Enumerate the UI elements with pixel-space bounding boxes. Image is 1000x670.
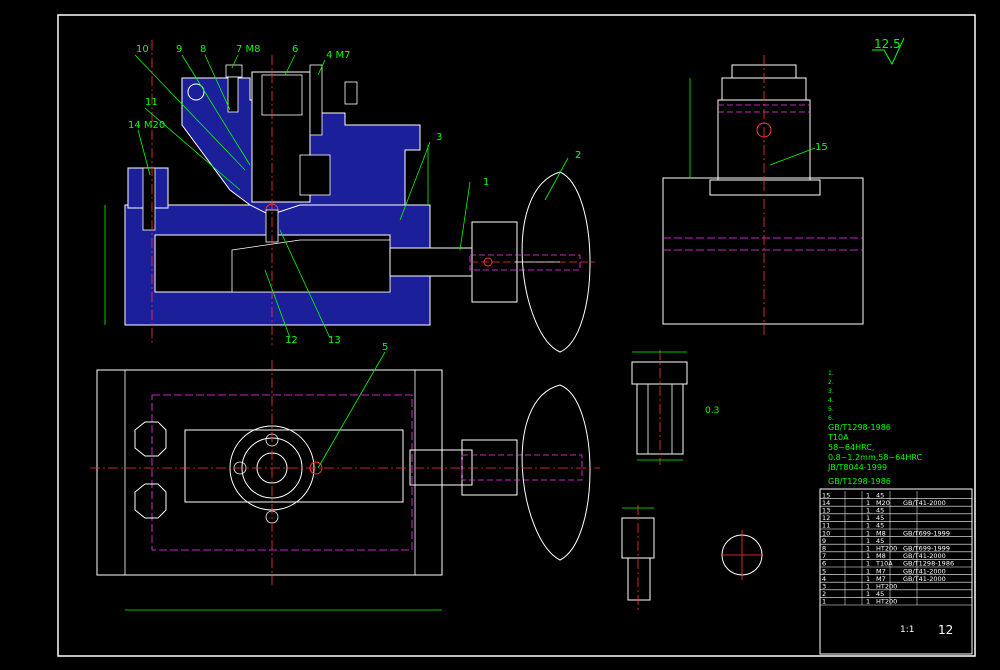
cad-drawing-canvas[interactable]: 10 9 8 7 M8 6 4 M7 11 14 M20 3 2 1 12 13… <box>0 0 1000 666</box>
bom-cell-std: GB/T699-1999 <box>903 529 950 537</box>
part-label-4: 4 M7 <box>326 50 351 61</box>
front-view <box>104 40 595 353</box>
part-label-5: 5 <box>382 342 388 353</box>
note-line-1: 1. <box>828 370 834 377</box>
note-line-9: 58~64HRC, <box>828 443 874 452</box>
roughness-symbol: 12.5 <box>872 37 905 66</box>
technical-notes: 1. 2. 3. 4. 5. 6. GB/T1298-1986 T10A 58~… <box>827 370 923 486</box>
part-label-15: 15 <box>815 142 828 153</box>
part-label-1: 1 <box>483 177 489 188</box>
part-label-2: 2 <box>575 150 581 161</box>
part-label-11: 11 <box>145 97 158 108</box>
part-label-12: 12 <box>285 335 298 346</box>
note-line-8: T10A <box>827 433 849 442</box>
detail-section <box>721 530 763 580</box>
roughness-value: 12.5 <box>874 37 901 51</box>
chamfer-note: 0.3 <box>705 406 719 416</box>
note-line-10: 0.8~1.2mm,58~64HRC <box>828 453 923 462</box>
bom-cell-no: 1 <box>822 598 826 606</box>
side-view <box>662 55 864 335</box>
scale-value: 1:1 <box>900 625 914 635</box>
note-line-12: GB/T1298-1986 <box>828 477 891 486</box>
detail-bushing <box>631 350 688 465</box>
part-label-10: 10 <box>136 44 149 55</box>
part-label-14: 14 M20 <box>128 120 165 131</box>
bom-cell-std: GB/T41-2000 <box>903 499 946 507</box>
note-line-3: 3. <box>828 388 834 395</box>
note-line-6: 6. <box>828 415 834 422</box>
note-line-11: JB/T8044-1999 <box>827 463 887 472</box>
part-label-13: 13 <box>328 335 341 346</box>
top-view <box>90 360 600 611</box>
detail-pin <box>621 505 655 612</box>
bom-cell-mat: HT200 <box>876 598 897 606</box>
part-label-9: 9 <box>176 44 182 55</box>
part-label-8: 8 <box>200 44 206 55</box>
part-label-6: 6 <box>292 44 298 55</box>
part-label-7: 7 M8 <box>236 44 261 55</box>
assembly-drawing: 10 9 8 7 M8 6 4 M7 11 14 M20 3 2 1 12 13… <box>57 14 976 657</box>
note-line-5: 5. <box>828 406 834 413</box>
note-line-2: 2. <box>828 379 834 386</box>
note-line-7: GB/T1298-1986 <box>828 423 891 432</box>
part-label-3: 3 <box>436 132 442 143</box>
note-line-4: 4. <box>828 397 834 404</box>
bom-cell-qty: 1 <box>866 598 870 606</box>
bom-cell-std: GB/T41-2000 <box>903 575 946 583</box>
sheet-number: 12 <box>938 623 953 637</box>
